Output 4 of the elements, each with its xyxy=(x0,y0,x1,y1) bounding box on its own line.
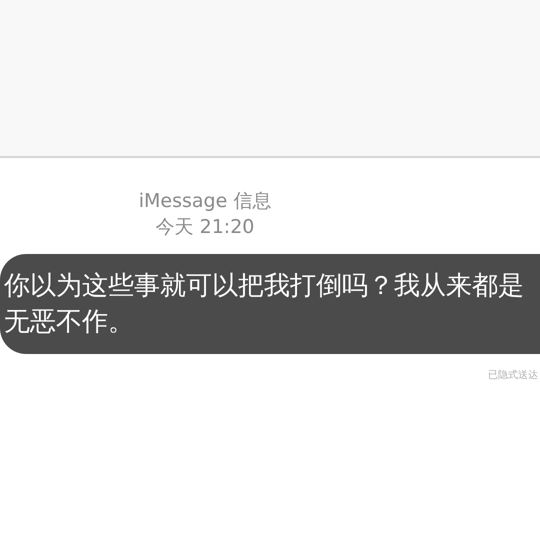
message-bubble: 你以为这些事就可以把我打倒吗？我从来都是无恶不作。 xyxy=(0,254,540,354)
timestamp: 今天 21:20 xyxy=(156,215,254,240)
service-label: iMessage 信息 xyxy=(138,189,272,214)
delivery-status: 已隐式送达 xyxy=(488,368,538,383)
